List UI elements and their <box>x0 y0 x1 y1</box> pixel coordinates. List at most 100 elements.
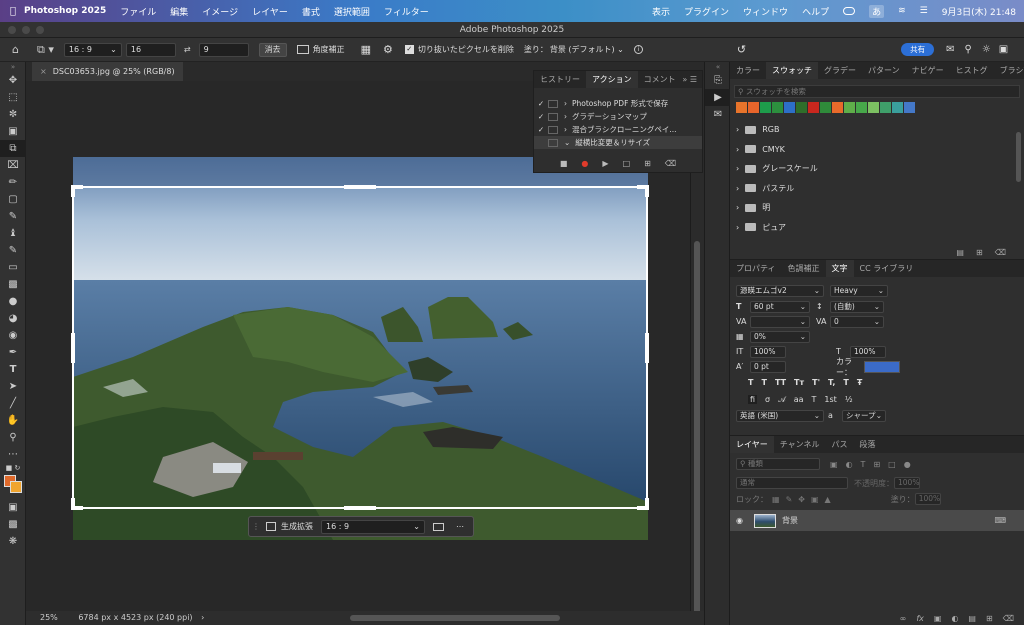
menu-filter[interactable]: フィルター <box>384 5 429 18</box>
collapse-panels-icon[interactable]: « <box>705 62 731 72</box>
check-icon[interactable]: ✓ <box>534 125 548 134</box>
new-set-icon[interactable]: □ <box>623 159 631 168</box>
document-info[interactable]: 6784 px x 4523 px (240 ppi) <box>78 613 192 622</box>
tab-swatches[interactable]: スウォッチ <box>766 62 818 79</box>
menu-plugins[interactable]: プラグイン <box>684 5 729 18</box>
layer-filter-select[interactable]: ⚲ 種類 <box>736 458 820 470</box>
lock-position-icon[interactable]: ✥ <box>798 495 805 504</box>
swatch-folder[interactable]: › パステル <box>730 179 1024 199</box>
font-size-input[interactable]: 60 pt ⌄ <box>750 300 810 313</box>
tab-properties[interactable]: プロパティ <box>730 260 782 277</box>
more-icon[interactable]: ⋯ <box>456 522 464 531</box>
filter-pixel-icon[interactable]: ▣ <box>830 460 838 469</box>
lightbulb-icon[interactable]: ☼ <box>982 44 991 55</box>
dialog-toggle-icon[interactable] <box>548 99 558 108</box>
tab-cc-libraries[interactable]: CC ライブラリ <box>854 260 920 277</box>
color-swatch[interactable] <box>736 102 747 113</box>
actions-panel-icon[interactable]: ▶ <box>705 89 731 106</box>
color-swatch[interactable] <box>856 102 867 113</box>
fill-input[interactable]: 100% <box>914 493 941 505</box>
check-icon[interactable]: ✓ <box>534 99 548 108</box>
object-select-tool-icon[interactable]: ▣ <box>0 123 26 140</box>
dialog-toggle-icon[interactable] <box>548 125 558 134</box>
sponge-tool-icon[interactable]: ◉ <box>0 327 26 344</box>
tab-color[interactable]: カラー <box>730 62 766 79</box>
creative-cloud-icon[interactable] <box>843 7 856 15</box>
underline-icon[interactable]: T <box>843 378 848 387</box>
hand-tool-icon[interactable]: ✋ <box>0 412 26 429</box>
crop-handle-top[interactable] <box>344 185 376 189</box>
color-swatch[interactable] <box>844 102 855 113</box>
filter-shape-icon[interactable]: ⊞ <box>873 460 880 469</box>
straighten-button[interactable]: 角度補正 <box>313 44 345 55</box>
history-brush-icon[interactable]: ✎ <box>0 242 26 259</box>
group-icon[interactable]: ▤ <box>968 614 976 623</box>
action-row[interactable]: ✓ › Photoshop PDF 形式で保存 <box>534 97 702 110</box>
menu-view[interactable]: 表示 <box>652 5 670 18</box>
menu-window[interactable]: ウィンドウ <box>743 5 788 18</box>
tab-history[interactable]: ヒストリー <box>534 71 586 88</box>
crop-tool-icon[interactable]: ⧉ <box>0 140 26 157</box>
tab-gradients[interactable]: グラデー <box>818 62 862 79</box>
trash-icon[interactable]: ⌫ <box>1003 614 1014 623</box>
chevron-right-icon[interactable]: › <box>736 203 739 212</box>
tab-actions[interactable]: アクション <box>586 71 638 88</box>
filter-toggle-icon[interactable]: ● <box>904 460 911 469</box>
action-row[interactable] <box>534 88 702 97</box>
frame-tool-icon[interactable]: ⌧ <box>0 157 26 174</box>
comments-panel-icon[interactable]: ✉ <box>705 106 731 123</box>
ligature-icon[interactable]: fi <box>748 395 758 404</box>
new-layer-icon[interactable]: ⊞ <box>986 614 993 623</box>
eraser-tool-icon[interactable]: ▭ <box>0 259 26 276</box>
color-swatch[interactable] <box>832 102 843 113</box>
opacity-input[interactable]: 100% <box>894 477 920 489</box>
menu-layer[interactable]: レイヤー <box>252 5 288 18</box>
home-icon[interactable]: ⌂ <box>12 43 19 56</box>
filter-type-icon[interactable]: T <box>861 460 866 469</box>
drag-handle-icon[interactable]: ⋮ <box>252 522 260 531</box>
color-swatch[interactable] <box>904 102 915 113</box>
menu-help[interactable]: ヘルプ <box>802 5 829 18</box>
crop-handle-tr-v[interactable] <box>645 185 649 197</box>
all-caps-icon[interactable]: TT <box>775 378 786 387</box>
faux-bold-icon[interactable]: T <box>748 378 753 387</box>
new-action-icon[interactable]: ⊞ <box>644 159 651 168</box>
color-picker[interactable] <box>0 473 25 499</box>
scroll-thumb[interactable] <box>694 241 700 621</box>
collapse-toolbar-icon[interactable]: » <box>0 62 26 72</box>
color-swatch[interactable] <box>892 102 903 113</box>
eyedropper-tool-icon[interactable]: ✏ <box>0 174 26 191</box>
move-tool-icon[interactable]: ✥ <box>0 72 26 89</box>
history-panel-icon[interactable]: ⎘ <box>705 72 731 89</box>
subscript-icon[interactable]: T, <box>828 378 835 387</box>
tab-comments[interactable]: コメント <box>638 71 682 88</box>
generative-icon[interactable]: ❋ <box>0 533 26 550</box>
fill-select[interactable]: 背景 (デフォルト) ⌄ <box>550 44 624 55</box>
tab-brush-settings[interactable]: ブラシ設! <box>994 62 1024 79</box>
chevron-right-icon[interactable]: › <box>736 223 739 232</box>
close-window-button[interactable] <box>8 26 16 34</box>
dialog-toggle-icon[interactable] <box>548 138 558 147</box>
dodge-tool-icon[interactable]: ◕ <box>0 310 26 327</box>
menu-type[interactable]: 書式 <box>302 5 320 18</box>
trash-icon[interactable]: ⌫ <box>665 159 676 168</box>
trash-icon[interactable]: ⌫ <box>995 248 1006 257</box>
zoom-tool-icon[interactable]: ⚲ <box>0 429 26 446</box>
more-tools-icon[interactable]: ⋯ <box>0 446 26 463</box>
crop-handle-bottom[interactable] <box>344 506 376 510</box>
workspace-icon[interactable]: ▣ <box>999 44 1008 55</box>
check-icon[interactable]: ✓ <box>534 112 548 121</box>
tracking-input[interactable]: 0 ⌄ <box>830 315 884 328</box>
language-select[interactable]: 英語 (米国) ⌄ <box>736 409 824 422</box>
color-swatch[interactable] <box>784 102 795 113</box>
chevron-right-icon[interactable]: › <box>564 112 567 121</box>
gradient-tool-icon[interactable]: ▩ <box>0 276 26 293</box>
horizontal-scroll-thumb[interactable] <box>350 615 560 621</box>
swatch-folder[interactable]: › グレースケール <box>730 159 1024 179</box>
ratio-select[interactable]: 16 : 9 ⌄ <box>63 42 122 57</box>
link-icon[interactable]: ∞ <box>900 614 907 623</box>
datetime[interactable]: 9月3日(木) 21:48 <box>942 5 1016 18</box>
action-row[interactable]: ✓ › グラデーションマップ <box>534 110 702 123</box>
mask-icon[interactable]: ▣ <box>934 614 942 623</box>
strikethrough-icon[interactable]: Ŧ <box>857 378 862 387</box>
